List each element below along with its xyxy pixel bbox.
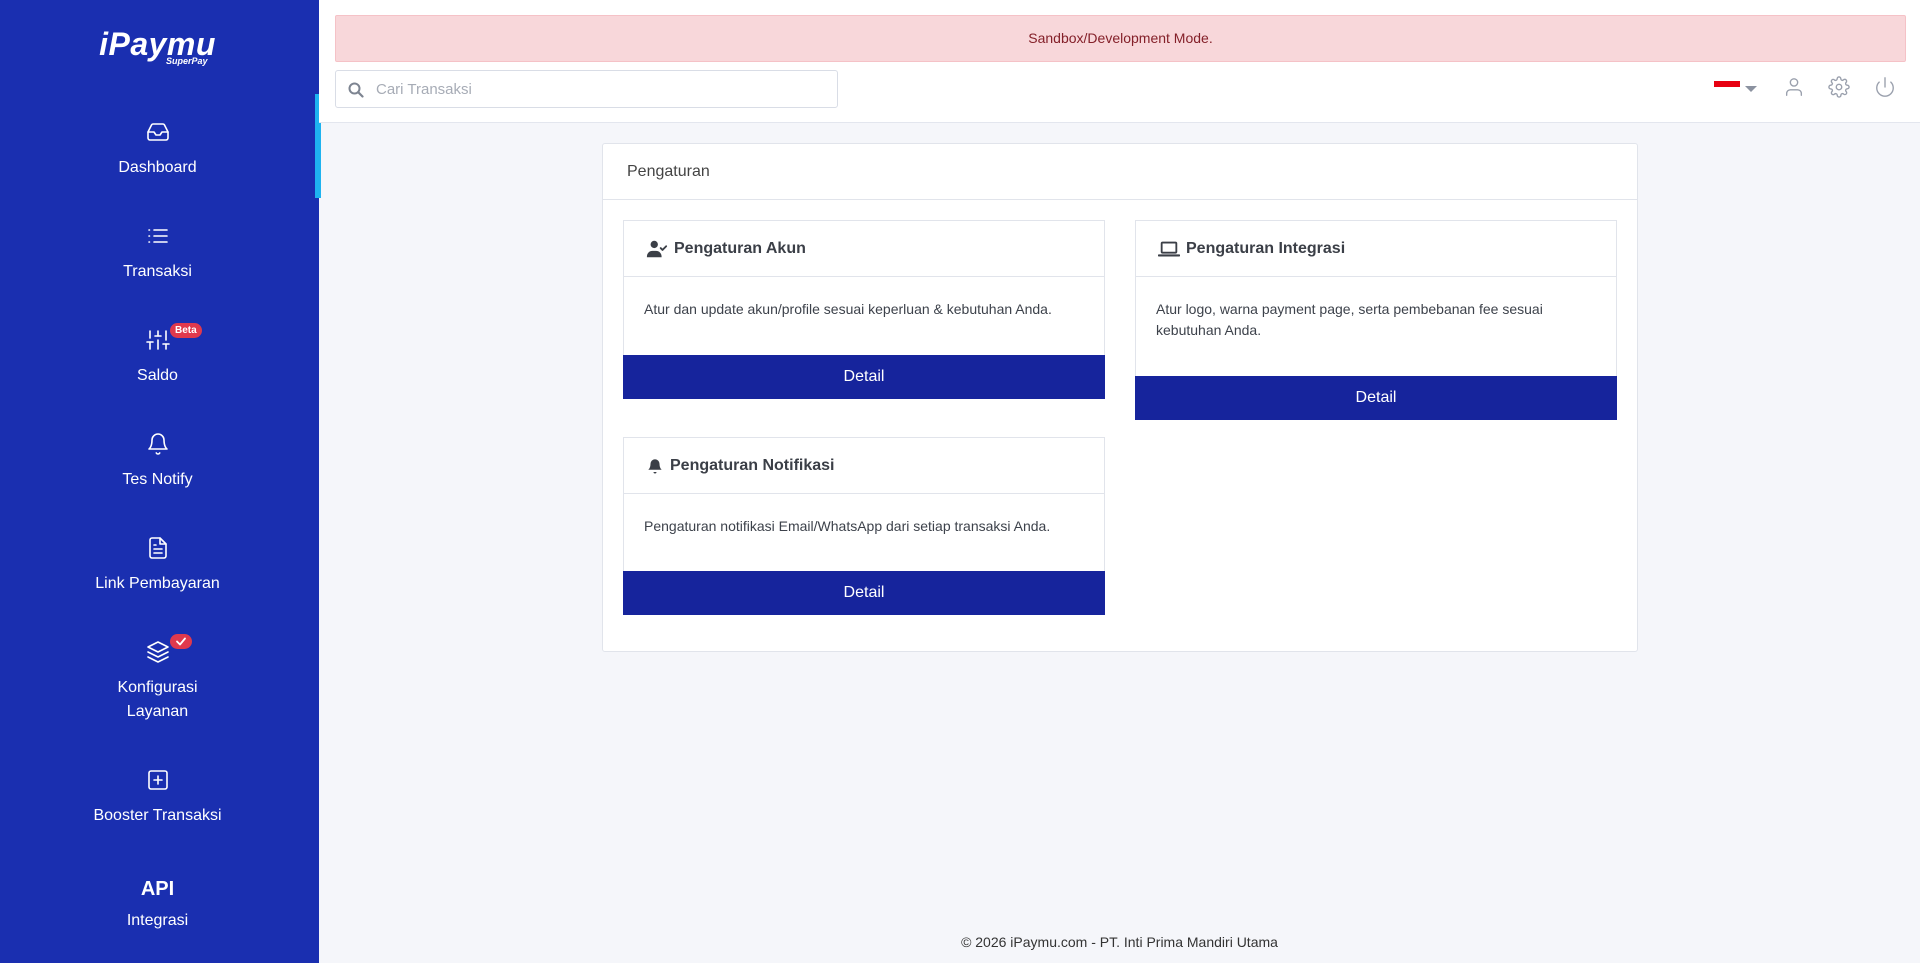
sidebar-item-transaksi[interactable]: Transaksi [0,224,315,284]
integration-settings-card: Pengaturan Integrasi Atur logo, warna pa… [1135,220,1617,420]
inbox-icon [146,120,170,144]
card-description: Atur logo, warna payment page, serta pem… [1156,301,1543,338]
api-icon: API [140,878,175,900]
settings-panel: Pengaturan Pengaturan Akun Atur dan upda… [602,143,1638,652]
sandbox-alert: Sandbox/Development Mode. [335,15,1906,62]
sidebar-item-integrasi[interactable]: API Integrasi [0,877,315,933]
sidebar: iPaymu SuperPay Dashboard Transaksi Beta… [0,0,321,963]
detail-button[interactable]: Detail [623,571,1105,615]
check-icon [170,634,192,649]
sidebar-item-label: Booster Transaksi [93,807,222,824]
sidebar-item-link-pembayaran[interactable]: Link Pembayaran [0,536,315,596]
search-box[interactable] [335,70,838,108]
sidebar-item-dashboard[interactable]: Dashboard [0,120,315,180]
bell-icon [146,432,170,456]
indonesia-flag-icon[interactable] [1714,81,1740,93]
sliders-icon [145,328,170,352]
sidebar-item-label: Link Pembayaran [95,575,220,592]
sidebar-item-booster-transaksi[interactable]: Booster Transaksi [0,768,315,828]
sidebar-item-konfigurasi-layanan[interactable]: Konfigurasi Layanan [0,634,315,724]
plus-square-icon [146,768,170,792]
laptop-icon [1158,241,1180,257]
sidebar-item-label: Saldo [137,367,178,384]
bell-icon [648,458,662,473]
card-description: Pengaturan notifikasi Email/WhatsApp dar… [644,518,1051,534]
user-check-icon [646,240,668,257]
search-icon [348,82,364,98]
detail-button[interactable]: Detail [1135,376,1617,420]
sidebar-item-label: Konfigurasi Layanan [117,679,198,720]
card-title: Pengaturan Integrasi [1186,239,1346,257]
sidebar-item-label: Dashboard [118,159,197,176]
page-title: Pengaturan [603,144,1637,200]
power-icon[interactable] [1874,76,1896,98]
ipaymu-logo[interactable]: iPaymu SuperPay [0,26,315,66]
topbar: Sandbox/Development Mode. [319,0,1920,123]
search-input[interactable] [376,71,831,107]
account-settings-card: Pengaturan Akun Atur dan update akun/pro… [623,220,1105,399]
detail-button[interactable]: Detail [623,355,1105,399]
card-title: Pengaturan Notifikasi [670,456,835,474]
footer: © 2026 iPaymu.com - PT. Inti Prima Mandi… [961,934,1278,950]
card-description: Atur dan update akun/profile sesuai kepe… [644,301,1052,317]
sidebar-item-tes-notify[interactable]: Tes Notify [0,432,315,492]
card-header: Pengaturan Notifikasi [624,438,1104,494]
document-icon [146,536,170,560]
card-header: Pengaturan Akun [624,221,1104,277]
sidebar-item-label: Integrasi [126,912,189,929]
chevron-down-icon[interactable] [1745,86,1757,92]
sidebar-item-label: Tes Notify [122,471,193,488]
sidebar-item-saldo[interactable]: Beta Saldo [0,323,315,388]
layers-icon [146,640,170,664]
beta-badge: Beta [170,323,202,338]
list-icon [146,224,170,248]
notification-settings-card: Pengaturan Notifikasi Pengaturan notifik… [623,437,1105,615]
sidebar-item-label: Transaksi [123,263,192,280]
gear-icon[interactable] [1828,76,1850,98]
user-icon[interactable] [1783,76,1805,98]
card-header: Pengaturan Integrasi [1136,221,1616,277]
logo-subtext: SuperPay [166,56,208,66]
card-title: Pengaturan Akun [674,239,806,257]
